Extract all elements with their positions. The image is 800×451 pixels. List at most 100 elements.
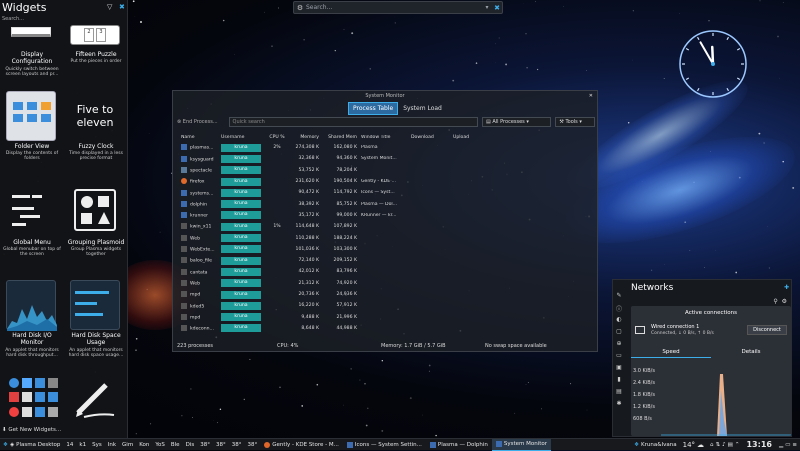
tab-process-table[interactable]: Process Table [348,102,398,115]
panel-indicator[interactable]: Gim [119,442,136,448]
bluetooth-icon[interactable]: ✱ [613,400,625,412]
chevron-up-icon[interactable]: ⌃ [735,442,740,448]
kde-connect-icon[interactable]: ⊕ [613,340,625,352]
table-row[interactable]: kded5kruna16,220 K57,912 K [177,300,597,311]
column-header-username[interactable]: Username [221,135,263,140]
minimize-icon[interactable]: ▁ [779,442,783,448]
info-icon[interactable]: ⓘ [613,304,625,316]
gear-icon[interactable]: ⚙ [782,298,787,305]
temperature-readout: 38° [229,442,245,448]
widget-item-notes[interactable] [64,375,128,423]
widget-item-icons[interactable] [0,375,64,423]
column-header-name[interactable]: Name [177,135,221,140]
panel-indicator[interactable]: Ble [168,442,183,448]
process-name-text: kded5 [190,304,204,309]
table-row[interactable]: cantatakruna42,012 K83,796 K [177,266,597,277]
table-row[interactable]: kdeconn...kruna8,648 K44,988 K [177,323,597,334]
chevron-down-icon[interactable]: ▾ [482,4,492,11]
disconnect-button[interactable]: Disconnect [747,325,787,335]
panel-indicator[interactable]: Ink [105,442,119,448]
table-row[interactable]: mpdkruna9,488 K21,996 K [177,311,597,322]
table-row[interactable]: kwin_x11kruna1%114,648 K107,892 K [177,221,597,232]
table-row[interactable]: dolphinkruna38,392 K85,752 KPlasma — Dol… [177,198,597,209]
panel-indicator[interactable]: k1 [76,442,89,448]
tools-menu-button[interactable]: ⚒ Tools ▾ [555,117,595,127]
table-row[interactable]: systems...kruna90,472 K114,792 KIcons — … [177,187,597,198]
krunner-search-bar[interactable]: ⚙ Search... ▾ ✖ [293,1,503,14]
table-row[interactable]: mpdkruna20,736 K24,936 K [177,289,597,300]
taskbar-task[interactable]: System Monitor [492,439,551,451]
column-header-cpu[interactable]: CPU % [263,135,291,140]
pin-icon[interactable]: ✚ [784,284,789,291]
network-icon[interactable]: ▣ [613,364,625,376]
column-header-upload[interactable]: Upload [453,135,495,140]
panel-indicator[interactable]: YoS [152,442,168,448]
taskbar-task[interactable]: Icons — System Settin... [343,439,426,451]
column-header-download[interactable]: Download [411,135,453,140]
menu-icon[interactable]: ≡ [792,442,797,448]
digital-clock[interactable]: 13:16 [742,440,775,449]
updates-icon[interactable]: ▤ [613,388,625,400]
widget-item-global-menu[interactable]: Global Menu Global menubar on top of the… [0,187,64,267]
window-titlebar[interactable]: System Monitor ✕ [173,91,597,101]
panel-indicator[interactable]: Sys [89,442,105,448]
table-row[interactable]: Webkruna21,312 K74,920 K [177,278,597,289]
get-new-widgets-button[interactable]: ⬇ Get New Widgets... [2,427,61,433]
search-icon[interactable]: ⚲ [773,298,777,305]
star [135,350,136,351]
application-launcher[interactable]: ❖ ◈ Plasma Desktop [0,442,63,448]
clipboard-icon[interactable]: ▤ [728,442,733,448]
column-header-window-title[interactable]: Window Title [359,135,411,140]
process-name: firefox [177,178,221,185]
quick-search-input[interactable]: Quick search [229,117,479,127]
krunner-search-input[interactable]: Search... [306,4,482,11]
panel-indicator[interactable]: Dis [183,442,198,448]
close-icon[interactable]: ✖ [492,4,502,12]
close-icon[interactable]: ✖ [119,3,125,11]
process-username: kruna [221,144,263,152]
widget-item-folder-view[interactable]: Folder View Display the contents of fold… [0,91,64,171]
display-icon[interactable]: ▭ [613,352,625,364]
table-row[interactable]: spectaclekruna53,752 K78,204 K [177,165,597,176]
table-row[interactable]: firefoxkruna231,620 K190,504 KGently - K… [177,176,597,187]
taskbar-task[interactable]: Plasma — Dolphin [426,439,492,451]
filter-icon[interactable]: ▽ [107,3,112,11]
end-process-button[interactable]: ⊗ End Process... [177,119,225,125]
widget-description: Display the contents of folders [2,151,62,161]
user-icon: ❖ [634,442,639,448]
tab-speed[interactable]: Speed [631,346,711,358]
volume-icon[interactable]: ◐ [613,316,625,328]
window-icon[interactable]: ▭ [785,442,790,448]
tab-system-load[interactable]: System Load [398,102,447,115]
widget-item-hard-disk-space-usage[interactable]: Hard Disk Space Usage An applet that mon… [64,280,128,360]
table-row[interactable]: baloo_filekruna72,140 K209,152 K [177,255,597,266]
table-row[interactable]: plasmas...kruna2%274,308 K162,080 KPlasm… [177,142,597,153]
battery-icon[interactable]: ▮ [613,376,625,388]
clipboard-icon[interactable]: ✎ [613,292,625,304]
table-row[interactable]: Webkruna110,288 K188,224 K [177,232,597,243]
star [234,54,235,55]
table-row[interactable]: ksysguardkruna32,368 K94,360 KSystem Mon… [177,153,597,164]
device-icon[interactable]: ▢ [613,328,625,340]
process-filter-select[interactable]: ▤ All Processes ▾ [482,117,551,127]
network-icon[interactable]: ⇅ [716,442,721,448]
widget-item-grouping-plasmoid[interactable]: Grouping Plasmoid Group Plasma widgets t… [64,187,128,267]
bell-icon[interactable]: ⌂ [710,442,714,448]
close-icon[interactable]: ✕ [589,91,593,101]
panel-indicator[interactable]: 14 [63,442,76,448]
task-label: Gently - KDE Store - M... [272,442,339,448]
table-row[interactable]: krunnerkruna35,172 K99,000 KKRunner — kr… [177,210,597,221]
temperature-readout: 38° [213,442,229,448]
panel-indicator[interactable]: Kon [136,442,152,448]
column-header-shared-mem[interactable]: Shared Mem [321,135,359,140]
taskbar-task[interactable]: Gently - KDE Store - M... [260,439,343,451]
gear-icon[interactable]: ⚙ [294,4,306,12]
user-menu[interactable]: ❖ Kruna&Ivana [631,442,680,448]
widget-item-fuzzy-clock[interactable]: Five to eleven Fuzzy Clock Time displaye… [64,91,128,171]
widget-item-hard-disk-io-monitor[interactable]: Hard Disk I/O Monitor An applet that mon… [0,280,64,360]
weather-widget[interactable]: 14° ☁ [680,441,707,449]
column-header-memory[interactable]: Memory [291,135,321,140]
volume-icon[interactable]: ♪ [722,442,726,448]
tab-details[interactable]: Details [711,346,791,358]
table-row[interactable]: WebExte...kruna101,036 K103,300 K [177,244,597,255]
